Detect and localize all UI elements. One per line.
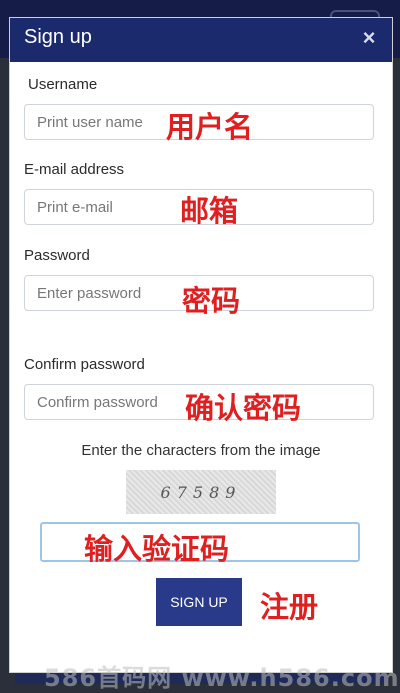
signup-modal: Sign up × Username 用户名 E-mail address 邮箱… — [10, 18, 399, 692]
email-annotation: 邮箱 — [180, 194, 239, 228]
captcha-image: 67589 — [126, 470, 276, 514]
signup-annotation: 注册 — [260, 590, 319, 624]
confirm-password-label: Confirm password — [24, 356, 145, 373]
password-annotation: 密码 — [182, 284, 241, 318]
captcha-prompt: Enter the characters from the image — [81, 442, 321, 459]
close-icon[interactable]: × — [357, 26, 381, 50]
modal-title: Sign up — [24, 26, 92, 48]
modal-header: Sign up × — [10, 18, 392, 62]
confirm-password-annotation: 确认密码 — [185, 391, 302, 425]
watermark: 586首码网 www.h586.com — [44, 664, 400, 692]
captcha-annotation: 输入验证码 — [84, 532, 230, 566]
email-label: E-mail address — [24, 161, 125, 178]
password-label: Password — [24, 247, 90, 264]
username-label: Username — [28, 76, 98, 93]
signup-button[interactable]: SIGN UP — [156, 578, 242, 626]
username-annotation: 用户名 — [166, 110, 254, 144]
